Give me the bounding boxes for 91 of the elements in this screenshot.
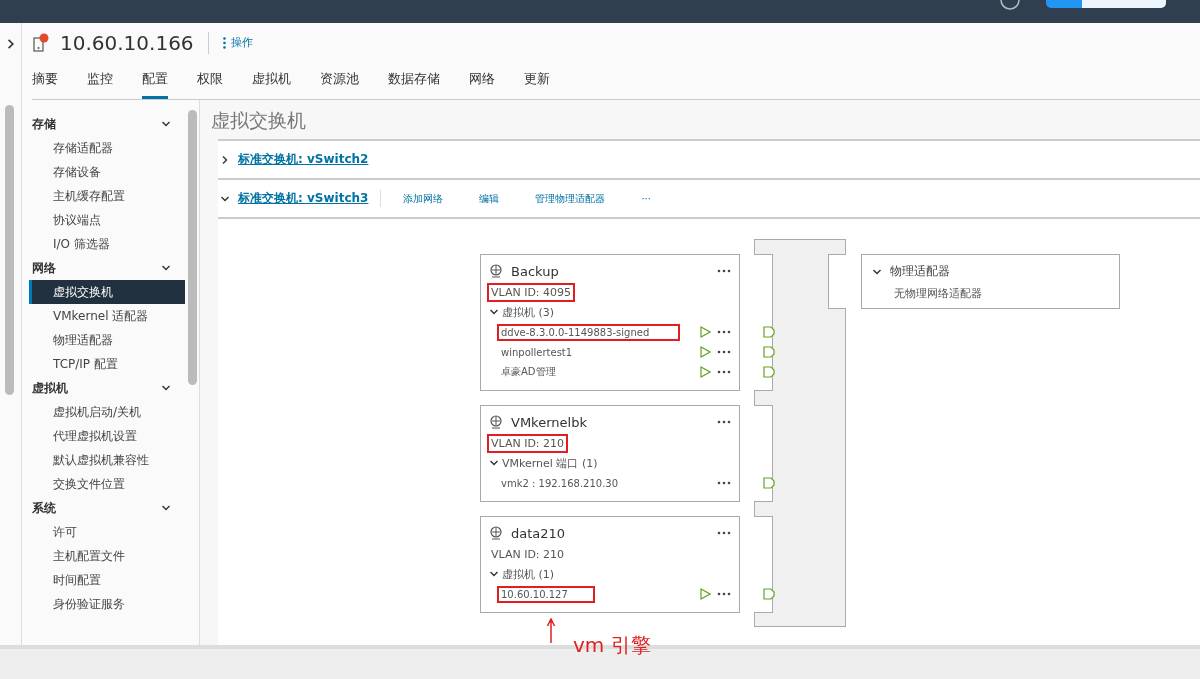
port-icon [763, 366, 775, 378]
sidebar-section[interactable]: 虚拟机 [32, 376, 199, 400]
sidebar-item[interactable]: 存储设备 [29, 160, 185, 184]
scrollbar-thumb[interactable] [5, 105, 14, 395]
tab[interactable]: 资源池 [320, 62, 359, 99]
network-icon [489, 526, 503, 540]
sidebar-item[interactable]: 身份验证服务 [29, 592, 185, 616]
chevron-icon [489, 569, 499, 579]
help-icon[interactable] [1000, 0, 1020, 10]
sidebar-item[interactable]: 虚拟机启动/关机 [29, 400, 185, 424]
sidebar-item[interactable]: 许可 [29, 520, 185, 544]
sidebar-section[interactable]: 存储 [32, 112, 199, 136]
actions-link[interactable]: 操作 [222, 35, 253, 50]
switch-link[interactable]: 标准交换机: vSwitch2 [238, 151, 381, 168]
sidebar-section[interactable]: 网络 [32, 256, 199, 280]
more-button[interactable] [717, 269, 731, 273]
vmkernel-port-name: vmk2 : 192.168.210.30 [500, 476, 620, 491]
more-button[interactable] [717, 481, 731, 485]
group-toggle[interactable]: 虚拟机 (3) [489, 302, 731, 322]
network-icon [489, 264, 503, 278]
uplink-port [828, 254, 846, 309]
play-icon[interactable] [700, 588, 711, 600]
switch-action-link[interactable]: 管理物理适配器 [535, 191, 606, 206]
sidebar-item[interactable]: I/O 筛选器 [29, 232, 185, 256]
group-toggle[interactable]: VMkernel 端口 (1) [489, 453, 731, 473]
sidebar-item[interactable]: 存储适配器 [29, 136, 185, 160]
page-title: 虚拟交换机 [211, 108, 307, 133]
vlan-label: VLAN ID: 210 [490, 547, 566, 563]
sidebar-item[interactable]: 物理适配器 [29, 328, 185, 352]
tab[interactable]: 网络 [469, 62, 495, 99]
chevron-icon [161, 383, 171, 393]
port-group-name: data210 [511, 525, 567, 541]
tab[interactable]: 更新 [524, 62, 550, 99]
annotation-arrow [546, 618, 556, 644]
play-icon[interactable] [700, 366, 711, 378]
tab[interactable]: 摘要 [32, 62, 58, 99]
vertical-dots-icon [222, 36, 226, 49]
port-icon [763, 477, 775, 489]
more-button[interactable] [717, 350, 731, 354]
group-toggle[interactable]: 虚拟机 (1) [489, 564, 731, 584]
more-button[interactable] [717, 592, 731, 596]
sidebar-item[interactable]: 代理虚拟机设置 [29, 424, 185, 448]
tab[interactable]: 监控 [87, 62, 113, 99]
chevron-icon [161, 263, 171, 273]
vlan-label: VLAN ID: 4095 [487, 283, 576, 302]
more-button[interactable] [717, 531, 731, 535]
vm-name: 卓豪AD管理 [500, 365, 557, 379]
chevron-icon [489, 458, 499, 468]
chevron-icon [489, 307, 499, 317]
tab[interactable]: 数据存储 [388, 62, 440, 99]
play-icon[interactable] [700, 326, 711, 338]
port-group-name: VMkernelbk [511, 414, 588, 430]
annotation-text: vm 引擎 [573, 632, 651, 659]
scrollbar-thumb[interactable] [188, 110, 197, 385]
sidebar-item[interactable]: 虚拟交换机 [29, 280, 185, 304]
switch-link[interactable]: 标准交换机: vSwitch3 [238, 190, 382, 207]
sidebar-item[interactable]: VMkernel 适配器 [29, 304, 185, 328]
chevron-icon [220, 154, 230, 165]
sidebar-item[interactable]: 协议端点 [29, 208, 185, 232]
more-button[interactable] [717, 330, 731, 334]
host-alert-icon [32, 32, 50, 53]
more-button[interactable] [717, 370, 731, 374]
sidebar-item[interactable]: 主机配置文件 [29, 544, 185, 568]
vm-name: winpollertest1 [500, 345, 574, 360]
vm-name: 10.60.10.127 [497, 585, 595, 603]
port-group-name: Backup [511, 263, 560, 279]
chevron-icon [161, 503, 171, 513]
port-icon [763, 588, 775, 600]
top-bar-toggle[interactable] [1046, 0, 1166, 8]
more-button[interactable] [717, 420, 731, 424]
sidebar-item[interactable]: 时间配置 [29, 568, 185, 592]
network-icon [489, 415, 503, 429]
play-icon[interactable] [700, 346, 711, 358]
sidebar-item[interactable]: TCP/IP 配置 [29, 352, 185, 376]
host-title: 10.60.10.166 [60, 30, 194, 55]
port-icon [763, 326, 775, 338]
vlan-label: VLAN ID: 210 [487, 434, 569, 453]
sidebar-item[interactable]: 主机缓存配置 [29, 184, 185, 208]
tab[interactable]: 虚拟机 [252, 62, 291, 99]
sidebar-item[interactable]: 默认虚拟机兼容性 [29, 448, 185, 472]
vm-name: ddve-8.3.0.0-1149883-signed [497, 323, 680, 341]
physical-adapters-title[interactable]: 物理适配器 [872, 263, 1109, 280]
chevron-icon [161, 119, 171, 129]
sidebar-section[interactable]: 系统 [32, 496, 199, 520]
empty-message: 无物理网络适配器 [894, 286, 983, 301]
switch-action-link[interactable]: 添加网络 [403, 191, 444, 206]
tab[interactable]: 权限 [197, 62, 223, 99]
more-button[interactable]: ··· [641, 193, 651, 204]
sidebar-item[interactable]: 交换文件位置 [29, 472, 185, 496]
port-icon [763, 346, 775, 358]
switch-action-link[interactable]: 编辑 [479, 191, 500, 206]
